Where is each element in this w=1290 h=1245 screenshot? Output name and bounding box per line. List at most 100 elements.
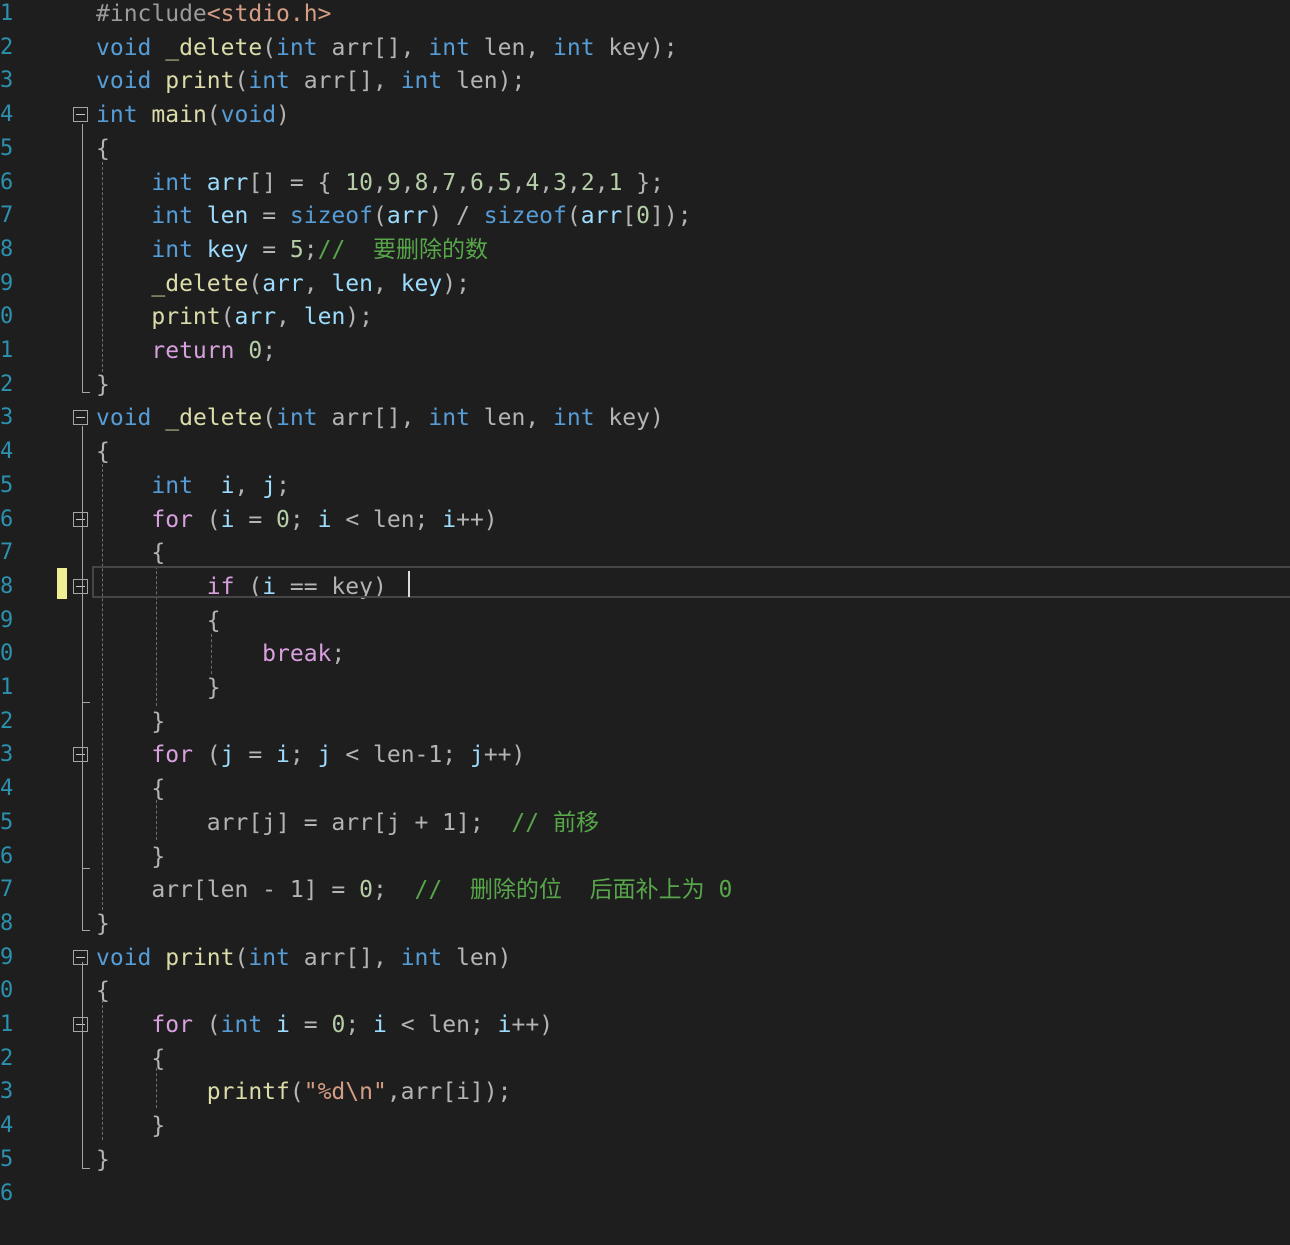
code-token: int: [96, 102, 138, 129]
code-line[interactable]: 5{: [0, 132, 1290, 166]
code-token: int: [428, 405, 470, 432]
line-number: 8: [0, 910, 14, 936]
code-line[interactable]: 9 void print(int arr[], int len): [0, 941, 1290, 975]
line-number: 2: [0, 371, 14, 397]
code-line[interactable]: 2 void _delete(int arr[], int len, int ke…: [0, 31, 1290, 65]
code-line[interactable]: 4 }: [0, 1109, 1290, 1143]
code-token: 4: [525, 169, 540, 196]
code-text: for (j = i; j < len-1; j++): [96, 738, 525, 772]
code-token: int: [248, 68, 290, 95]
code-token: (: [206, 102, 221, 129]
line-number: 4: [0, 1113, 14, 1139]
line-number: 3: [0, 68, 14, 94]
code-token: 0: [248, 338, 263, 364]
code-token: );: [442, 270, 470, 297]
code-token: [] = {: [248, 169, 346, 196]
collapse-toggle-icon[interactable]: [73, 107, 88, 123]
code-token: void: [96, 68, 152, 95]
code-token: ,: [428, 169, 443, 196]
code-line[interactable]: 4 {: [0, 772, 1290, 806]
code-text: _delete(arr, len, key);: [96, 267, 470, 301]
code-token: i: [220, 472, 235, 499]
code-line[interactable]: 1 }: [0, 671, 1290, 705]
code-text: {: [96, 772, 165, 806]
line-number: 6: [0, 506, 14, 532]
collapse-toggle-icon[interactable]: [73, 578, 88, 594]
code-token: arr[len - 1] =: [96, 877, 360, 904]
code-line[interactable]: 5}: [0, 1143, 1290, 1177]
code-token: 5: [289, 236, 304, 263]
code-text: for (int i = 0; i < len; i++): [96, 1008, 553, 1042]
code-line[interactable]: 3 printf("%d\n",arr[i]);: [0, 1075, 1290, 1109]
code-line[interactable]: 8 int key = 5;// 要删除的数: [0, 233, 1290, 267]
code-token: void: [96, 405, 152, 432]
code-line[interactable]: 6: [0, 1177, 1290, 1211]
code-line[interactable]: 6 }: [0, 840, 1290, 874]
collapse-toggle-icon[interactable]: [73, 949, 88, 965]
fold-guide-for2: [82, 760, 83, 868]
code-line[interactable]: 3 for (j = i; j < len-1; j++): [0, 738, 1290, 772]
collapse-toggle-icon[interactable]: [73, 747, 88, 763]
code-token: 1: [608, 169, 623, 196]
code-token: 6: [470, 169, 484, 196]
line-number: 3: [0, 1079, 14, 1105]
code-line[interactable]: 1 #include<stdio.h>: [0, 0, 1290, 31]
code-token: (: [234, 944, 249, 971]
code-line[interactable]: 7 arr[len - 1] = 0; // 删除的位 后面补上为 0: [0, 873, 1290, 907]
code-token: int: [220, 1012, 263, 1038]
line-number: 1: [0, 1, 14, 26]
code-token: void: [96, 944, 152, 971]
code-line[interactable]: 2 {: [0, 1042, 1290, 1076]
code-token: }: [96, 1113, 166, 1140]
code-line[interactable]: 0 print(arr, len);: [0, 300, 1290, 334]
code-line[interactable]: 6 int arr[] = { 10,9,8,7,6,5,4,3,2,1 };: [0, 166, 1290, 200]
code-line[interactable]: 9 {: [0, 604, 1290, 638]
code-line[interactable]: 4 int main(void): [0, 98, 1290, 132]
line-number: 0: [0, 304, 14, 330]
code-line[interactable]: 4{: [0, 435, 1290, 469]
code-token: len: [331, 270, 373, 297]
code-token: {: [96, 1045, 166, 1072]
fold-guide-delete-end: [82, 930, 90, 931]
code-line[interactable]: 3 void print(int arr[], int len);: [0, 64, 1290, 98]
code-line[interactable]: 7 int len = sizeof(arr) / sizeof(arr[0])…: [0, 199, 1290, 233]
line-number: 2: [0, 708, 14, 734]
code-token: =: [248, 236, 290, 263]
code-line[interactable]: 9 _delete(arr, len, key);: [0, 267, 1290, 301]
code-line[interactable]: 5 int i, j;: [0, 469, 1290, 503]
code-line[interactable]: 3 void _delete(int arr[], int len, int ke…: [0, 401, 1290, 435]
code-token: ): [276, 102, 290, 129]
code-token: ]);: [650, 203, 692, 230]
code-token: ;: [289, 742, 318, 769]
code-line[interactable]: 0 break;: [0, 637, 1290, 671]
code-line[interactable]: 1 return 0;: [0, 334, 1290, 368]
code-token: }: [96, 910, 110, 937]
code-line[interactable]: 5 arr[j] = arr[j + 1]; // 前移: [0, 806, 1290, 840]
code-text: {: [96, 604, 221, 638]
code-token: int: [151, 169, 193, 196]
code-token: ;: [289, 506, 318, 533]
code-token: int: [400, 944, 443, 971]
code-token: ;: [262, 338, 277, 364]
collapse-toggle-icon[interactable]: [73, 1017, 88, 1032]
code-token: printf: [206, 1079, 290, 1106]
code-line[interactable]: 2}: [0, 368, 1290, 402]
code-text: void print(int arr[], int len);: [96, 64, 525, 98]
line-number: 2: [0, 34, 14, 60]
collapse-toggle-icon[interactable]: [73, 511, 88, 527]
code-line[interactable]: 1 for (int i = 0; i < len; i++): [0, 1008, 1290, 1042]
code-token: arr: [580, 203, 623, 230]
code-line[interactable]: 2 }: [0, 705, 1290, 739]
code-text: }: [96, 368, 110, 402]
collapse-toggle-icon[interactable]: [73, 410, 88, 426]
code-line[interactable]: 0{: [0, 974, 1290, 1008]
line-number: 5: [0, 809, 14, 835]
code-line[interactable]: 8}: [0, 907, 1290, 941]
code-editor[interactable]: 1 #include<stdio.h> 2 void _delete(int arr[…: [0, 0, 1290, 1245]
code-token: _delete: [151, 270, 249, 297]
code-line[interactable]: 6 for (i = 0; i < len; i++): [0, 503, 1290, 537]
